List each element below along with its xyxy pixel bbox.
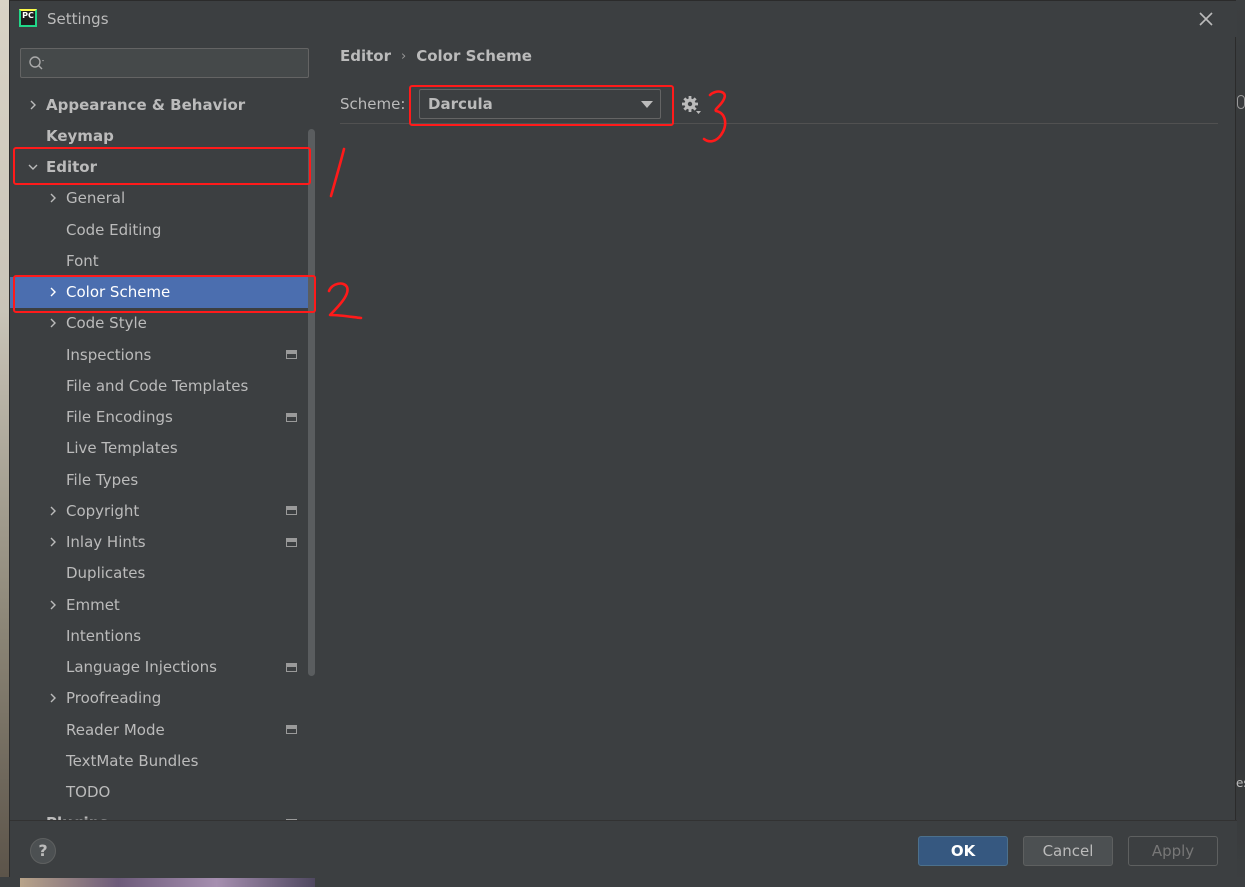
annotation-number-2: 2 bbox=[320, 277, 363, 320]
scheme-label: Scheme: bbox=[340, 95, 406, 113]
title-bar: PC Settings bbox=[10, 1, 1237, 37]
settings-content: Editor › Color Scheme Scheme: Darcula bbox=[319, 37, 1235, 820]
annotation-number-3: 3 bbox=[698, 85, 727, 143]
sidebar-item-inlay-hints[interactable]: Inlay Hints bbox=[10, 527, 315, 558]
sidebar-item-label: Live Templates bbox=[66, 439, 178, 458]
sidebar-item-label: Code Style bbox=[66, 314, 147, 333]
annotation-number-2-text: 2 bbox=[320, 277, 321, 278]
sidebar-item-label: Intentions bbox=[66, 626, 142, 645]
annotation-number-1-text: 1 bbox=[318, 141, 319, 142]
sidebar-item-label: Emmet bbox=[66, 595, 120, 614]
background-ide-icon bbox=[1237, 95, 1245, 109]
sidebar-item-emmet[interactable]: Emmet bbox=[10, 589, 315, 620]
sidebar-item-label: Font bbox=[66, 251, 99, 270]
sidebar-item-label: Copyright bbox=[66, 501, 140, 520]
dialog-footer: ? OK Cancel Apply bbox=[10, 820, 1237, 878]
sidebar-item-label: Duplicates bbox=[66, 564, 146, 583]
desktop-taskbar-strip bbox=[0, 877, 1245, 887]
sidebar-item-label: Inlay Hints bbox=[66, 533, 146, 551]
close-button[interactable] bbox=[1194, 7, 1218, 31]
sidebar-item-label: Appearance & Behavior bbox=[46, 95, 246, 114]
sidebar-item-label: Code Editing bbox=[66, 220, 162, 239]
sidebar-item-label: File and Code Templates bbox=[66, 376, 249, 395]
desktop-wallpaper-bottom bbox=[20, 877, 315, 887]
apply-button[interactable]: Apply bbox=[1128, 836, 1218, 866]
sidebar-item-label: General bbox=[66, 189, 126, 208]
chevron-right-icon[interactable] bbox=[26, 98, 40, 112]
project-settings-icon bbox=[286, 412, 297, 422]
sidebar-item-label: TODO bbox=[66, 783, 111, 801]
sidebar-item-label: Language Injections bbox=[66, 658, 217, 676]
cancel-button[interactable]: Cancel bbox=[1023, 836, 1113, 866]
sidebar-item-label: Keymap bbox=[46, 126, 114, 145]
breadcrumb-color-scheme: Color Scheme bbox=[416, 47, 532, 65]
sidebar-item-proofreading[interactable]: Proofreading bbox=[10, 683, 315, 714]
sidebar-item-general[interactable]: General bbox=[10, 183, 315, 214]
sidebar-item-file-encodings[interactable]: File Encodings bbox=[10, 402, 315, 433]
sidebar-item-file-types[interactable]: File Types bbox=[10, 464, 315, 495]
sidebar-item-todo[interactable]: TODO bbox=[10, 777, 315, 808]
breadcrumb-editor[interactable]: Editor bbox=[340, 47, 391, 65]
sidebar-item-inspections[interactable]: Inspections bbox=[10, 339, 315, 370]
project-settings-icon bbox=[286, 537, 297, 547]
sidebar-item-label: TextMate Bundles bbox=[66, 751, 199, 770]
project-settings-icon bbox=[286, 350, 297, 359]
chevron-right-icon[interactable] bbox=[46, 598, 60, 612]
desktop-wallpaper-left bbox=[0, 0, 9, 887]
annotation-box-scheme-dropdown bbox=[409, 85, 674, 126]
chevron-right-icon[interactable] bbox=[46, 691, 60, 705]
sidebar-item-copyright[interactable]: Copyright bbox=[10, 495, 315, 526]
annotation-number-3-text: 3 bbox=[698, 85, 699, 86]
background-ide-text: es bbox=[1236, 776, 1245, 790]
annotation-box-editor bbox=[13, 147, 311, 185]
settings-tree: Appearance & Behavior Keymap Editor General… bbox=[10, 89, 319, 820]
breadcrumb-separator: › bbox=[401, 48, 407, 64]
breadcrumb: Editor › Color Scheme bbox=[340, 47, 532, 65]
help-button[interactable]: ? bbox=[30, 838, 56, 864]
window-title: Settings bbox=[47, 10, 109, 28]
search-icon bbox=[29, 56, 44, 70]
annotation-number-1: 1 bbox=[318, 141, 346, 198]
sidebar-item-appearance-behavior[interactable]: Appearance & Behavior bbox=[10, 89, 315, 120]
settings-search[interactable] bbox=[20, 48, 309, 78]
sidebar-item-intentions[interactable]: Intentions bbox=[10, 620, 315, 651]
annotation-box-color-scheme bbox=[13, 275, 316, 313]
chevron-right-icon[interactable] bbox=[46, 191, 60, 205]
pycharm-icon: PC bbox=[19, 9, 37, 27]
sidebar-item-label: Inspections bbox=[66, 345, 152, 364]
sidebar-item-file-and-code-templates[interactable]: File and Code Templates bbox=[10, 370, 315, 401]
chevron-right-icon[interactable] bbox=[46, 504, 60, 518]
search-input[interactable] bbox=[51, 53, 301, 73]
chevron-right-icon[interactable] bbox=[46, 535, 60, 549]
project-settings-icon bbox=[286, 662, 297, 672]
sidebar-item-duplicates[interactable]: Duplicates bbox=[10, 558, 315, 589]
sidebar-item-plugins[interactable]: Plugins bbox=[10, 808, 315, 820]
sidebar-item-label: Reader Mode bbox=[66, 720, 165, 739]
close-icon bbox=[1199, 12, 1213, 26]
sidebar-item-font[interactable]: Font bbox=[10, 245, 315, 276]
sidebar-item-language-injections[interactable]: Language Injections bbox=[10, 652, 315, 683]
ok-button[interactable]: OK bbox=[918, 836, 1008, 866]
project-settings-icon bbox=[286, 725, 297, 734]
settings-dialog: PC Settings Appearance & Behavior Keymap E… bbox=[9, 0, 1237, 878]
background-ide-window bbox=[1236, 0, 1245, 887]
sidebar-item-label: File Types bbox=[66, 470, 139, 489]
chevron-right-icon[interactable] bbox=[46, 316, 60, 330]
sidebar-scrollbar-thumb[interactable] bbox=[308, 129, 315, 676]
sidebar-item-textmate-bundles[interactable]: TextMate Bundles bbox=[10, 745, 315, 776]
sidebar-item-reader-mode[interactable]: Reader Mode bbox=[10, 714, 315, 745]
sidebar-item-label: File Encodings bbox=[66, 408, 173, 426]
sidebar-item-label: Proofreading bbox=[66, 689, 162, 708]
sidebar-item-live-templates[interactable]: Live Templates bbox=[10, 433, 315, 464]
project-settings-icon bbox=[286, 506, 297, 516]
sidebar-item-code-editing[interactable]: Code Editing bbox=[10, 214, 315, 245]
